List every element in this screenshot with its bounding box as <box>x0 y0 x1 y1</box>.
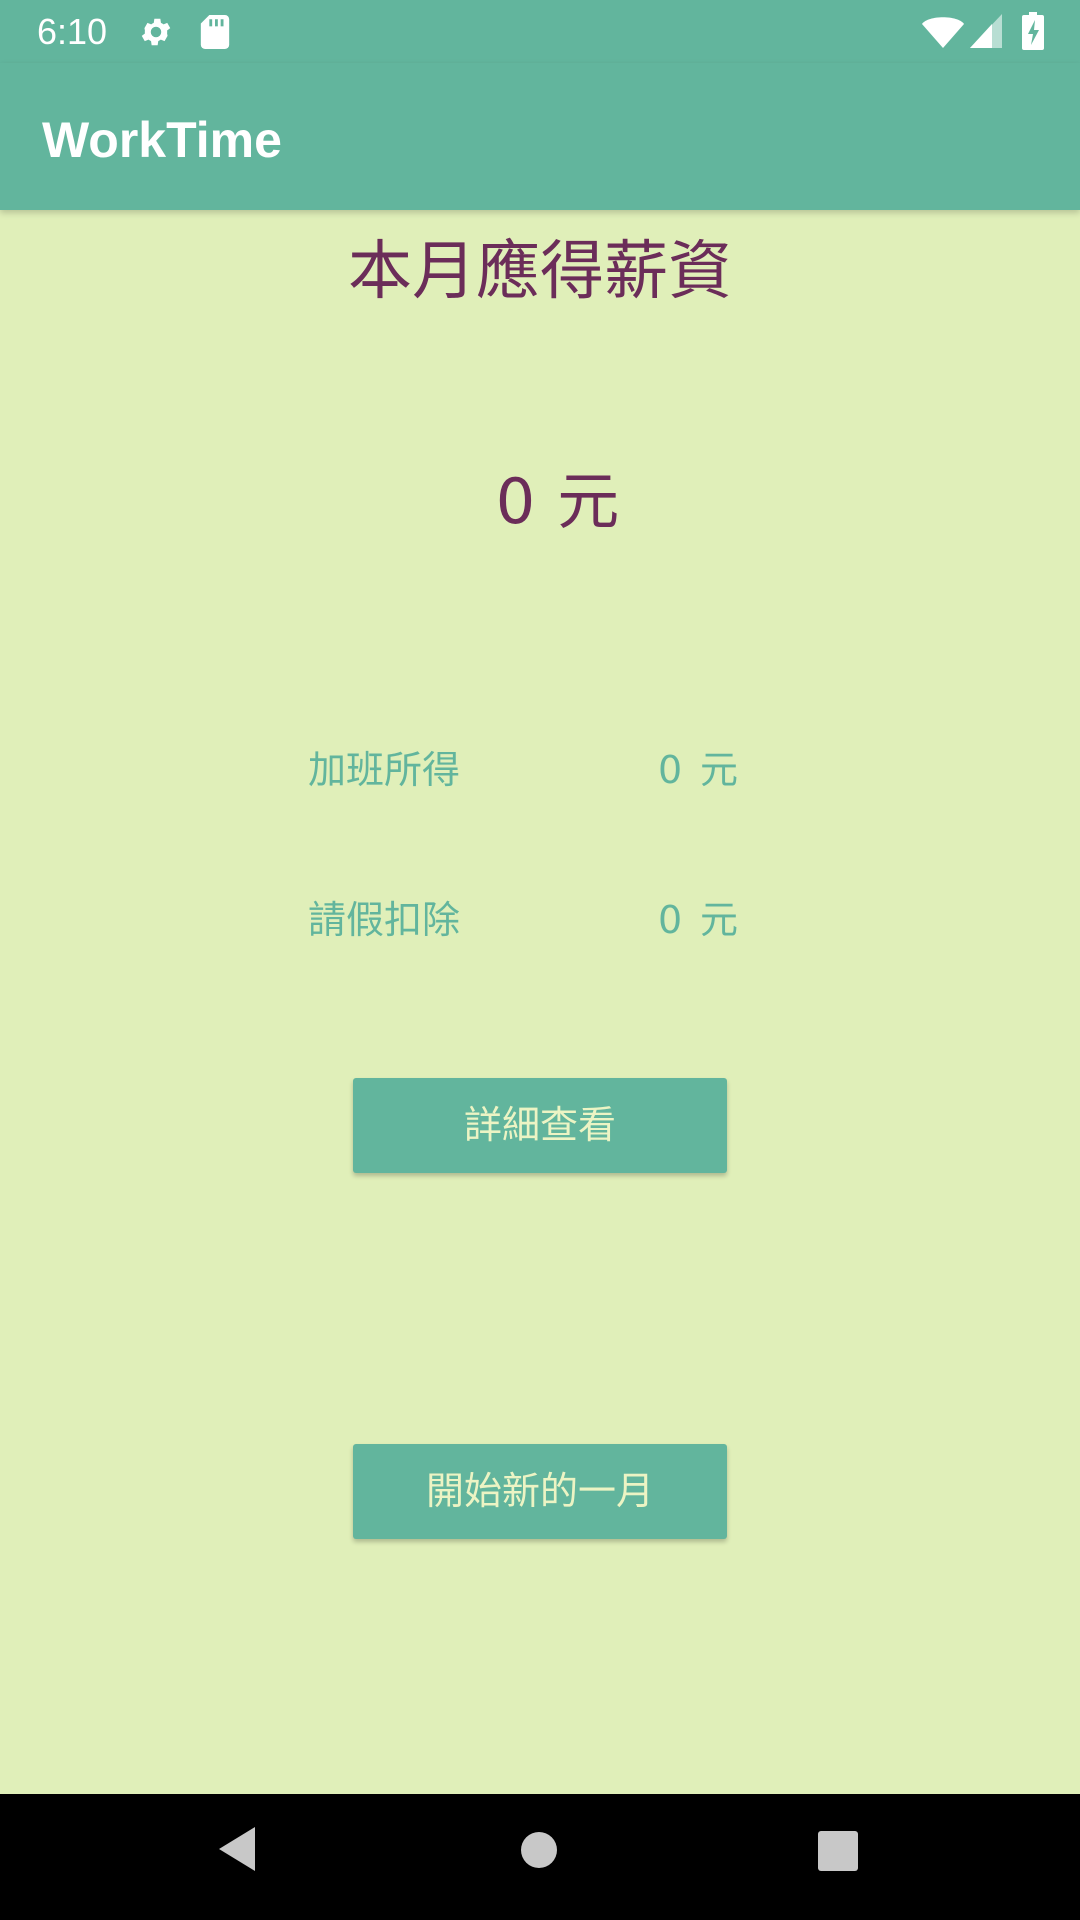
app-title: WorkTime <box>42 112 282 168</box>
gear-icon <box>138 14 174 54</box>
overtime-unit: 元 <box>700 748 739 792</box>
status-bar: 6:10 <box>0 0 1080 63</box>
battery-charging-icon <box>1022 12 1044 54</box>
home-icon[interactable] <box>520 1831 558 1873</box>
wifi-icon <box>922 16 964 52</box>
sd-card-icon <box>200 15 230 53</box>
back-icon[interactable] <box>215 1824 259 1878</box>
overtime-value: 0 <box>658 748 683 792</box>
leave-deduction-label: 請假扣除 <box>308 898 461 942</box>
page-title: 本月應得薪資 <box>348 235 732 309</box>
recents-icon[interactable] <box>818 1831 858 1875</box>
total-salary-unit: 元 <box>557 465 620 538</box>
status-time: 6:10 <box>37 11 108 52</box>
view-details-button[interactable]: 詳細查看 <box>353 1078 727 1173</box>
overtime-label: 加班所得 <box>308 748 461 792</box>
leave-deduction-unit: 元 <box>700 898 739 942</box>
navigation-bar <box>0 1794 1080 1920</box>
app-bar: WorkTime <box>0 63 1080 210</box>
cell-signal-icon <box>970 14 1002 52</box>
total-salary-value: 0 <box>495 465 536 538</box>
start-new-month-button[interactable]: 開始新的一月 <box>353 1444 727 1539</box>
total-salary: 0元 <box>0 462 1080 542</box>
leave-deduction-value: 0 <box>658 898 683 942</box>
